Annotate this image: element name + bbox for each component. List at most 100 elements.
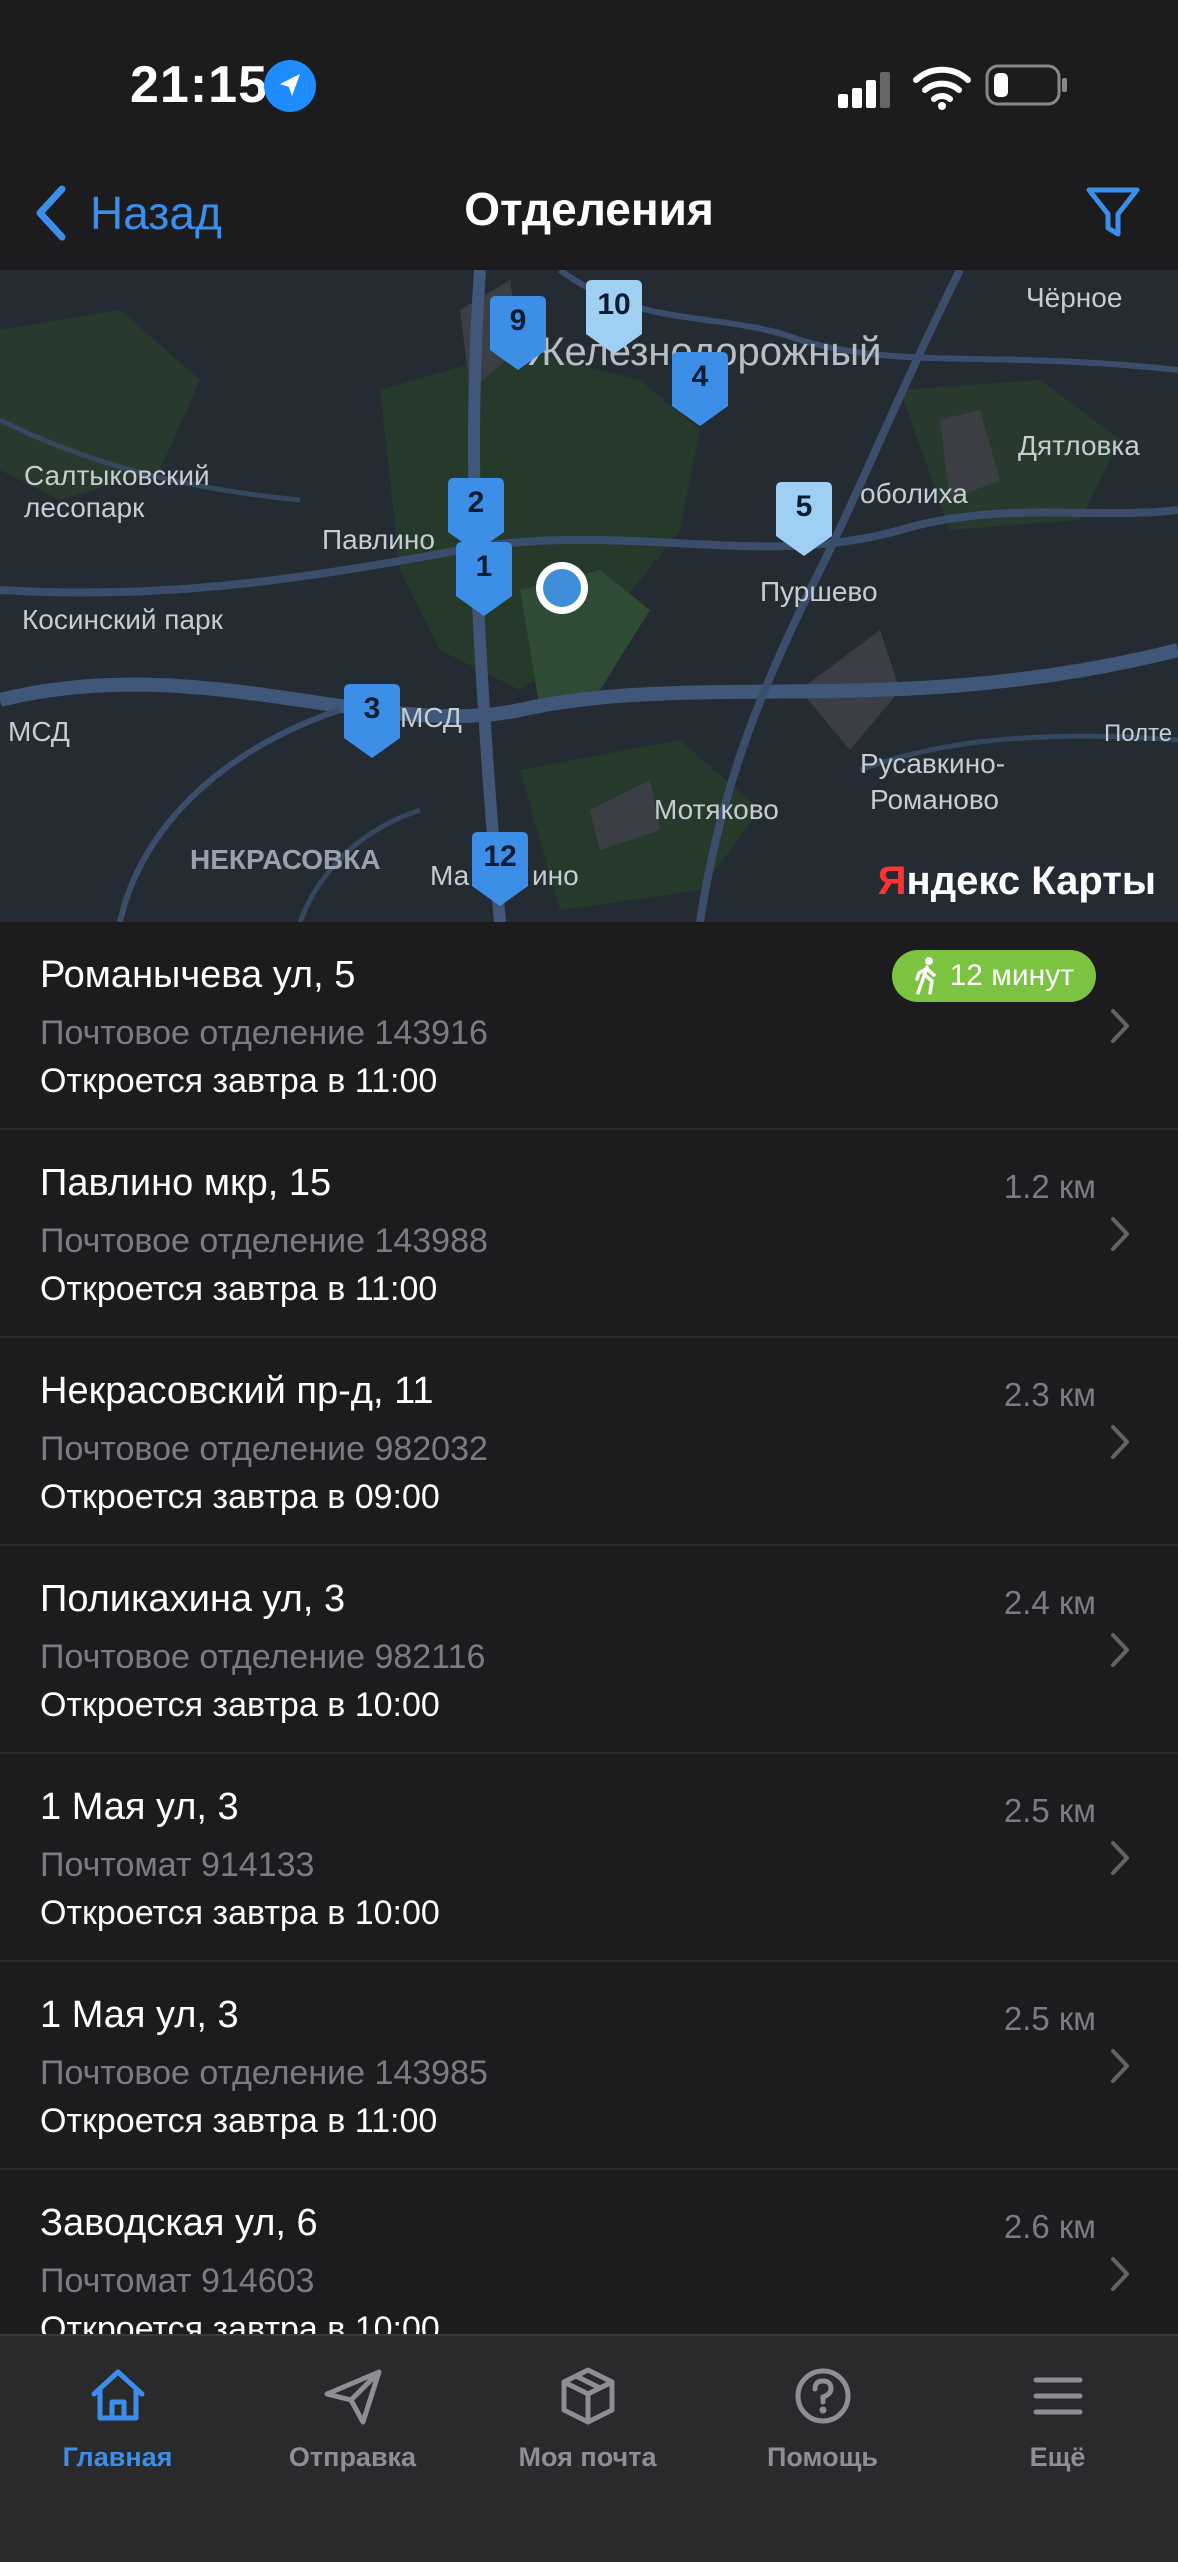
tab-home[interactable]: Главная bbox=[0, 2364, 235, 2473]
map-view[interactable]: Железнодорожный Чёрное Дятловка Салтыков… bbox=[0, 270, 1178, 922]
tab-label: Ещё bbox=[1029, 2442, 1086, 2472]
map-label: МСД bbox=[400, 702, 462, 733]
navigation-bar: Назад Отделения bbox=[0, 160, 1178, 272]
home-icon bbox=[91, 2369, 144, 2421]
list-item[interactable]: Романычева ул, 5 Почтовое отделение 1439… bbox=[0, 922, 1178, 1130]
office-type: Почтовое отделение 143916 bbox=[40, 1014, 488, 1052]
office-distance: 1.2 км bbox=[1003, 1168, 1096, 1205]
office-hours: Откроется завтра в 11:00 bbox=[40, 1270, 438, 1308]
map-label: лесопарк bbox=[24, 492, 145, 523]
tab-more[interactable]: Ещё bbox=[940, 2364, 1175, 2473]
office-type: Почтовое отделение 143988 bbox=[40, 1222, 488, 1260]
filter-icon[interactable] bbox=[1084, 184, 1142, 242]
office-hours: Откроется завтра в 10:00 bbox=[40, 1686, 440, 1724]
walking-time-badge: 12 минут bbox=[891, 950, 1096, 1002]
tab-bar: Главная Отправка Моя почта Помощь Ещё bbox=[0, 2334, 1178, 2562]
office-distance: 2.5 км bbox=[1003, 1792, 1096, 1829]
office-address: Некрасовский пр-д, 11 bbox=[40, 1370, 434, 1412]
map-label: Павлино bbox=[322, 524, 435, 555]
office-address: 1 Мая ул, 3 bbox=[40, 1786, 239, 1828]
battery-icon bbox=[985, 64, 1067, 106]
map-pin[interactable]: 9 bbox=[486, 294, 550, 374]
list-item[interactable]: Некрасовский пр-д, 11 Почтовое отделение… bbox=[0, 1338, 1178, 1546]
office-type: Почтовое отделение 143985 bbox=[40, 2054, 488, 2092]
office-hours: Откроется завтра в 10:00 bbox=[40, 1894, 440, 1932]
chevron-right-icon bbox=[1111, 1425, 1129, 1459]
office-type: Почтовое отделение 982116 bbox=[40, 1638, 486, 1676]
map-label: Мотяково bbox=[654, 794, 779, 825]
map-pin-number: 3 bbox=[363, 692, 381, 725]
office-hours: Откроется завтра в 10:00 bbox=[40, 2310, 440, 2334]
map-pin-number: 2 bbox=[467, 486, 485, 519]
send-icon bbox=[324, 2369, 381, 2425]
chevron-right-icon bbox=[1111, 2257, 1129, 2291]
office-type: Почтовое отделение 982032 bbox=[40, 1430, 488, 1468]
map-pin[interactable]: 12 bbox=[468, 830, 532, 910]
map-label: Салтыковский bbox=[24, 460, 210, 491]
chevron-right-icon bbox=[1111, 1841, 1129, 1875]
map-pin[interactable]: 5 bbox=[772, 480, 836, 560]
map-label: Полте bbox=[1104, 720, 1173, 747]
map-label: Косинский парк bbox=[22, 604, 223, 635]
tab-help[interactable]: Помощь bbox=[705, 2364, 940, 2473]
page-title: Отделения bbox=[464, 183, 714, 235]
map-pin-number: 12 bbox=[483, 840, 517, 873]
office-address: Романычева ул, 5 bbox=[40, 954, 356, 996]
office-type: Почтомат 914133 bbox=[40, 1846, 315, 1884]
chevron-right-icon bbox=[1111, 2049, 1129, 2083]
cellular-signal-icon bbox=[838, 72, 890, 108]
list-item[interactable]: 1 Мая ул, 3 Почтовое отделение 143985 От… bbox=[0, 1962, 1178, 2170]
wifi-icon bbox=[913, 66, 971, 110]
tab-label: Главная bbox=[62, 2442, 173, 2472]
help-icon bbox=[795, 2368, 850, 2424]
list-item[interactable]: Павлино мкр, 15 Почтовое отделение 14398… bbox=[0, 1130, 1178, 1338]
status-time: 21:15 bbox=[130, 56, 268, 114]
map-pin-number: 10 bbox=[597, 288, 631, 321]
tab-send[interactable]: Отправка bbox=[235, 2364, 470, 2473]
chevron-right-icon bbox=[1111, 1009, 1129, 1043]
tab-my-mail[interactable]: Моя почта bbox=[470, 2364, 705, 2473]
walking-person-icon bbox=[914, 957, 936, 995]
map-label: МСД bbox=[8, 716, 70, 747]
office-address: Поликахина ул, 3 bbox=[40, 1578, 346, 1620]
map-label: ино bbox=[532, 860, 579, 891]
office-distance: 2.3 км bbox=[1003, 1376, 1096, 1413]
list-item[interactable]: Заводская ул, 6 Почтомат 914603 Откроетс… bbox=[0, 2170, 1178, 2334]
map-label: Пуршево bbox=[760, 576, 878, 607]
office-hours: Откроется завтра в 09:00 bbox=[40, 1478, 440, 1516]
map-pin-number: 1 bbox=[475, 550, 493, 583]
office-list[interactable]: Романычева ул, 5 Почтовое отделение 1439… bbox=[0, 922, 1178, 2334]
location-arrow-icon bbox=[264, 60, 316, 112]
map-pin-number: 4 bbox=[691, 360, 709, 393]
yandex-maps-logo: Яндекс Карты bbox=[877, 859, 1156, 903]
map-pin-number: 9 bbox=[509, 304, 527, 337]
chevron-right-icon bbox=[1111, 1217, 1129, 1251]
office-address: Заводская ул, 6 bbox=[40, 2202, 318, 2244]
tab-label: Моя почта bbox=[518, 2442, 657, 2472]
box-icon bbox=[561, 2367, 614, 2425]
list-item[interactable]: 1 Мая ул, 3 Почтомат 914133 Откроется за… bbox=[0, 1754, 1178, 1962]
office-address: Павлино мкр, 15 bbox=[40, 1162, 332, 1204]
map-pin[interactable]: 3 bbox=[340, 682, 404, 762]
tab-label: Помощь bbox=[766, 2442, 879, 2472]
map-label: оболиха bbox=[860, 478, 968, 509]
map-label: Романово bbox=[870, 784, 1000, 815]
map-pin[interactable]: 1 bbox=[452, 540, 516, 620]
office-address: 1 Мая ул, 3 bbox=[40, 1994, 239, 2036]
map-pin-number: 5 bbox=[795, 490, 813, 523]
office-type: Почтомат 914603 bbox=[40, 2262, 315, 2300]
office-distance: 2.4 км bbox=[1003, 1584, 1096, 1621]
map-label: НЕКРАСОВКА bbox=[190, 844, 381, 875]
map-label: Чёрное bbox=[1026, 282, 1123, 313]
map-pin[interactable]: 4 bbox=[668, 350, 732, 430]
current-location-marker bbox=[536, 562, 588, 614]
map-pin[interactable]: 10 bbox=[582, 278, 646, 358]
office-hours: Откроется завтра в 11:00 bbox=[40, 1062, 438, 1100]
menu-icon bbox=[1033, 2377, 1082, 2415]
office-hours: Откроется завтра в 11:00 bbox=[40, 2102, 438, 2140]
map-label: Дятловка bbox=[1018, 430, 1140, 461]
list-item[interactable]: Поликахина ул, 3 Почтовое отделение 9821… bbox=[0, 1546, 1178, 1754]
map-label: Ма bbox=[430, 860, 470, 891]
walking-time: 12 минут bbox=[949, 959, 1074, 992]
map-label: Русавкино- bbox=[860, 748, 1006, 779]
